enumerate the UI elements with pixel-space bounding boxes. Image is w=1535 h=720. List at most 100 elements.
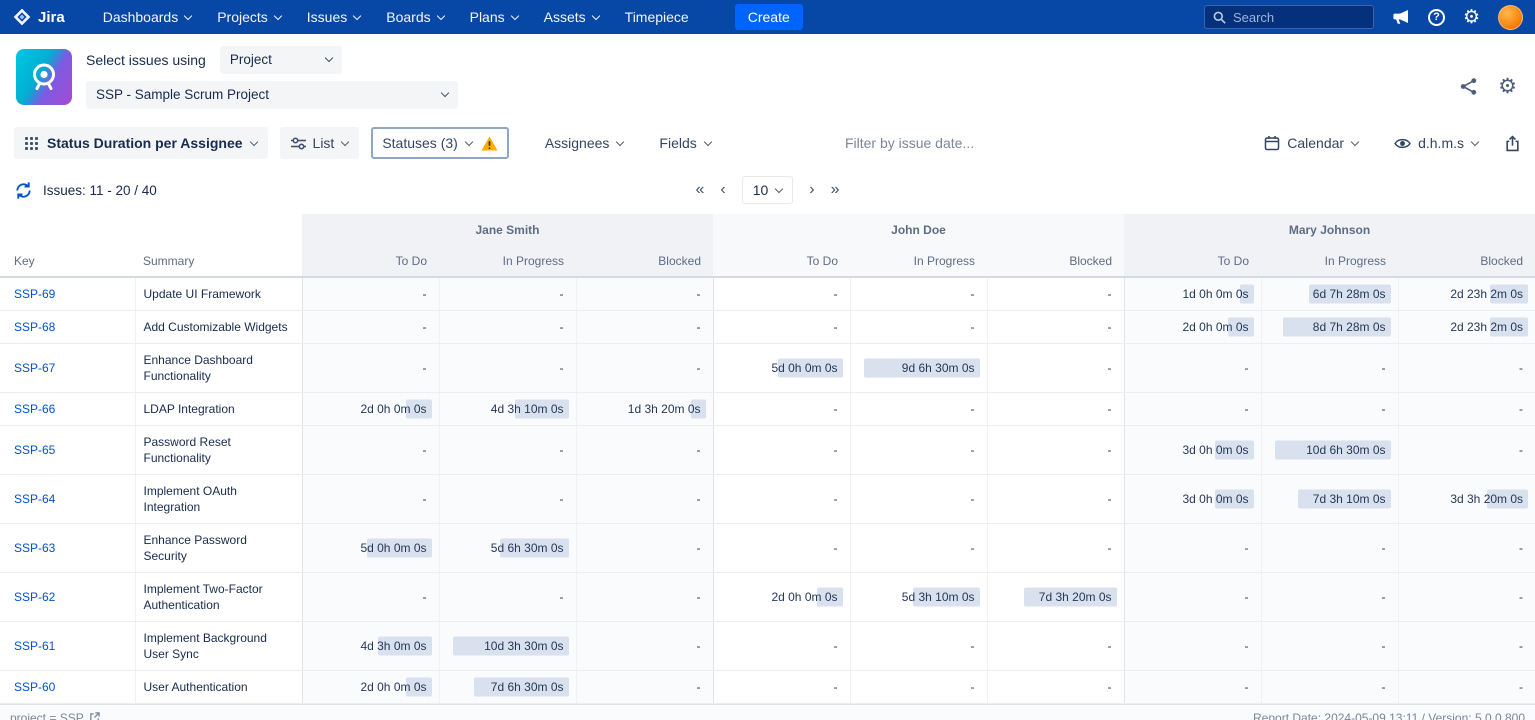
refresh-icon[interactable]: [14, 181, 33, 200]
header-spacer: [0, 214, 135, 246]
issue-summary: Implement Two-Factor Authentication: [135, 573, 302, 622]
time-format-dropdown[interactable]: d.h.m.s: [1394, 135, 1478, 151]
duration-cell: -: [850, 311, 987, 344]
issue-key-link[interactable]: SSP-66: [14, 402, 55, 416]
jira-logo[interactable]: Jira: [12, 7, 65, 27]
duration-cell: -: [987, 344, 1124, 393]
duration-cell: -: [302, 344, 439, 393]
page-size-dropdown[interactable]: 10: [742, 176, 794, 204]
duration-cell: -: [1261, 573, 1398, 622]
search-icon: [1213, 11, 1226, 24]
duration-cell: -: [713, 475, 850, 524]
issue-key-link[interactable]: SSP-69: [14, 287, 55, 301]
duration-cell: 3d 3h 20m 0s: [1398, 475, 1535, 524]
duration-cell: -: [576, 344, 713, 393]
issue-key-link[interactable]: SSP-64: [14, 492, 55, 506]
nav-issues[interactable]: Issues: [307, 9, 360, 25]
chevron-down-icon: [274, 11, 282, 19]
nav-projects[interactable]: Projects: [217, 9, 281, 25]
help-icon[interactable]: ?: [1428, 9, 1445, 26]
assignees-dropdown[interactable]: Assignees: [545, 135, 624, 151]
duration-cell: 10d 3h 30m 0s: [439, 622, 576, 671]
duration-cell: -: [1398, 344, 1535, 393]
chevron-down-icon: [353, 11, 361, 19]
calendar-dropdown[interactable]: Calendar: [1264, 135, 1358, 151]
chevron-down-icon: [441, 89, 449, 97]
warning-icon: [481, 136, 498, 151]
report-type-dropdown[interactable]: Status Duration per Assignee: [14, 127, 268, 159]
duration-cell: -: [1398, 573, 1535, 622]
share-icon[interactable]: [1459, 77, 1478, 96]
issue-key-link[interactable]: SSP-60: [14, 680, 55, 694]
duration-cell: -: [302, 277, 439, 311]
last-page-button[interactable]: »: [831, 182, 840, 198]
fields-dropdown[interactable]: Fields: [659, 135, 710, 151]
duration-cell: 7d 6h 30m 0s: [439, 671, 576, 704]
issue-row: SSP-67Enhance Dashboard Functionality---…: [0, 344, 1535, 393]
issue-key-link[interactable]: SSP-65: [14, 443, 55, 457]
prev-page-button[interactable]: ‹: [720, 182, 725, 198]
duration-cell: -: [713, 524, 850, 573]
view-mode-dropdown[interactable]: List: [280, 127, 360, 159]
status-column-header: To Do: [1124, 246, 1261, 277]
key-cell: SSP-67: [0, 344, 135, 393]
duration-cell: -: [302, 475, 439, 524]
key-cell: SSP-65: [0, 426, 135, 475]
duration-cell: 9d 6h 30m 0s: [850, 344, 987, 393]
nav-dashboards[interactable]: Dashboards: [103, 9, 192, 25]
duration-cell: -: [576, 475, 713, 524]
duration-cell: 1d 3h 20m 0s: [576, 393, 713, 426]
key-cell: SSP-66: [0, 393, 135, 426]
next-page-button[interactable]: ›: [809, 182, 814, 198]
project-dropdown[interactable]: SSP - Sample Scrum Project: [86, 81, 458, 109]
nav-boards[interactable]: Boards: [386, 9, 443, 25]
user-avatar[interactable]: [1498, 5, 1523, 30]
status-column-header: To Do: [302, 246, 439, 277]
issue-summary: User Authentication: [135, 671, 302, 704]
key-cell: SSP-60: [0, 671, 135, 704]
search-input[interactable]: [1233, 10, 1353, 25]
nav-assets[interactable]: Assets: [544, 9, 599, 25]
statuses-dropdown[interactable]: Statuses (3): [371, 127, 508, 159]
jql-filter-link[interactable]: project = SSP: [10, 711, 100, 720]
global-search[interactable]: [1204, 5, 1374, 29]
status-column-header: In Progress: [439, 246, 576, 277]
duration-cell: 5d 0h 0m 0s: [302, 524, 439, 573]
eye-icon: [1394, 137, 1411, 150]
duration-cell: -: [1398, 622, 1535, 671]
issue-source-selector: Select issues using Project SSP - Sample…: [86, 46, 458, 109]
issue-row: SSP-60User Authentication2d 0h 0m 0s7d 6…: [0, 671, 1535, 704]
issue-key-link[interactable]: SSP-61: [14, 639, 55, 653]
duration-cell: -: [987, 671, 1124, 704]
key-cell: SSP-69: [0, 277, 135, 311]
gear-icon[interactable]: ⚙: [1463, 8, 1480, 27]
duration-cell: 3d 0h 0m 0s: [1124, 426, 1261, 475]
issue-key-link[interactable]: SSP-67: [14, 361, 55, 375]
duration-cell: -: [576, 573, 713, 622]
settings-gear-icon[interactable]: ⚙: [1498, 76, 1517, 97]
summary-column-header: Summary: [135, 246, 302, 277]
duration-cell: -: [713, 277, 850, 311]
export-button[interactable]: [1504, 135, 1521, 152]
assignee-group-header: Jane Smith: [302, 214, 713, 246]
list-icon: [291, 137, 306, 150]
duration-cell: -: [1261, 622, 1398, 671]
issue-key-link[interactable]: SSP-68: [14, 320, 55, 334]
duration-cell: -: [1261, 524, 1398, 573]
announcements-icon[interactable]: [1392, 9, 1410, 25]
issue-date-filter-input[interactable]: [845, 135, 1020, 151]
pagination-row: Issues: 11 - 20 / 40 « ‹ 10 › »: [0, 166, 1535, 214]
issue-key-link[interactable]: SSP-62: [14, 590, 55, 604]
issue-key-link[interactable]: SSP-63: [14, 541, 55, 555]
duration-cell: 5d 0h 0m 0s: [713, 344, 850, 393]
duration-cell: -: [576, 311, 713, 344]
issue-source-dropdown[interactable]: Project: [220, 46, 342, 74]
issue-row: SSP-61Implement Background User Sync4d 3…: [0, 622, 1535, 671]
report-table-wrap: Jane SmithJohn DoeMary JohnsonKeySummary…: [0, 214, 1535, 704]
nav-timepiece[interactable]: Timepiece: [625, 9, 689, 25]
issue-row: SSP-65Password Reset Functionality------…: [0, 426, 1535, 475]
duration-cell: -: [1398, 671, 1535, 704]
first-page-button[interactable]: «: [695, 182, 704, 198]
nav-plans[interactable]: Plans: [470, 9, 518, 25]
create-button[interactable]: Create: [735, 4, 803, 30]
